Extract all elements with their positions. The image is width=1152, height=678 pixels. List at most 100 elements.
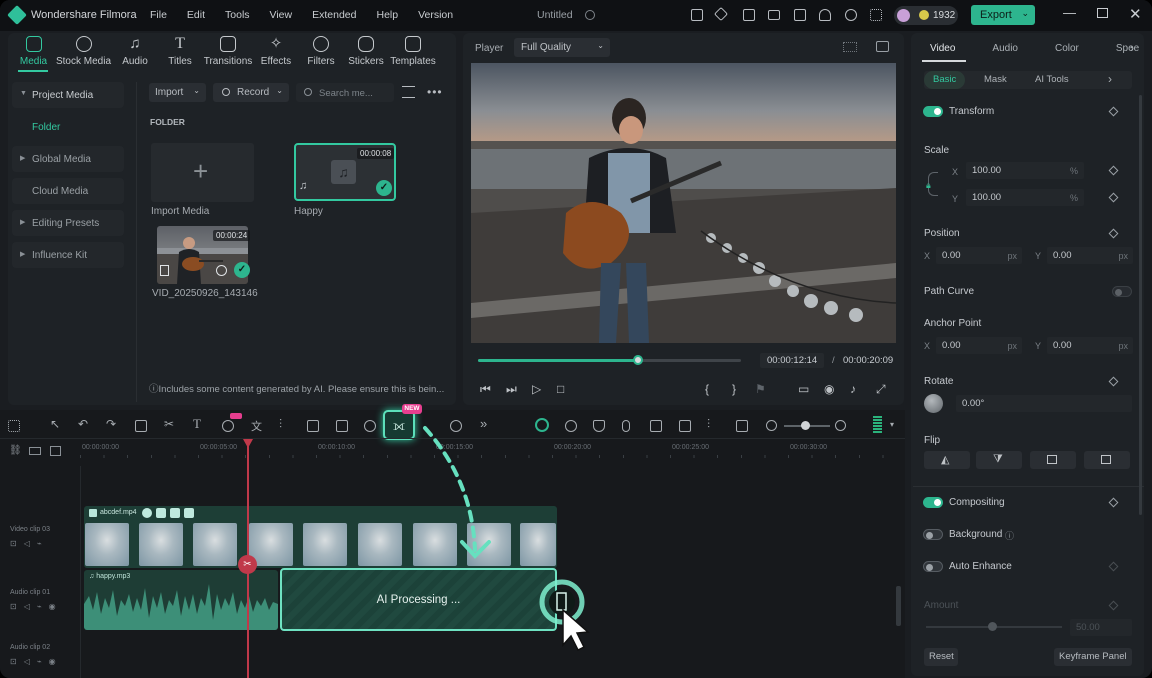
filter-icon[interactable] [402,86,415,98]
cloud-upload-icon[interactable] [819,9,831,21]
keyframe-panel-button[interactable]: Keyframe Panel [1054,648,1132,666]
track-controls[interactable]: ⊡◁⌁◉ [10,657,63,666]
headset-icon[interactable] [845,9,857,21]
undo-icon[interactable]: ↶ [78,417,90,431]
tab-speed[interactable]: Spee [1116,43,1139,54]
gift-icon[interactable] [691,9,703,21]
more-icon[interactable]: ••• [427,85,443,99]
rotate-ccw-button[interactable] [1084,451,1130,469]
subtab-basic[interactable]: Basic [924,71,966,89]
save-icon[interactable] [794,9,806,21]
auto-enhance-toggle[interactable] [923,561,943,572]
snapshot-image-icon[interactable] [876,41,889,52]
speed-icon[interactable] [336,420,348,432]
media-download-icon[interactable] [743,9,755,21]
zoom-slider-knob[interactable] [801,421,810,430]
sidebar-item-cloud-media[interactable]: Cloud Media [12,178,124,204]
position-x-field[interactable]: 0.00 px [936,247,1022,264]
step-forward-icon[interactable]: ⏭ [506,382,517,397]
subtab-mask[interactable]: Mask [984,71,1007,89]
mark-in-icon[interactable]: { [705,382,709,396]
audio-mixer-icon[interactable]: ⫶ [279,417,291,431]
tab-color[interactable]: Color [1055,43,1079,54]
chevron-down-icon[interactable]: ⌄ [1021,8,1029,19]
color-icon[interactable] [364,420,376,432]
menu-view[interactable]: View [270,9,293,21]
lock-icon[interactable]: 🔒︎ [926,180,931,191]
menu-help[interactable]: Help [376,9,398,21]
volume-icon[interactable]: ♪ [850,382,856,396]
menu-file[interactable]: File [150,9,167,21]
rotate-dial[interactable] [924,394,943,413]
close-icon[interactable]: ✕ [1129,5,1142,23]
menu-edit[interactable]: Edit [187,9,205,21]
minimize-icon[interactable]: — [1063,5,1076,20]
video-preview[interactable] [471,63,896,343]
sidebar-item-project-media[interactable]: ▼ Project Media [12,82,124,108]
export-button[interactable]: Export ⌄ [971,5,1035,25]
position-y-field[interactable]: 0.00 px [1047,247,1133,264]
scrollbar[interactable] [1139,95,1142,515]
rotate-cw-button[interactable] [1030,451,1076,469]
flip-horizontal-button[interactable]: ◭ [924,451,970,469]
layout-icon[interactable] [768,10,780,20]
grid-view-icon[interactable] [843,42,857,52]
equalizer-icon[interactable]: ⫶ [707,417,719,431]
tab-stickers[interactable]: Stickers [344,36,388,67]
text-icon[interactable]: T [193,416,205,431]
tab-audio[interactable]: Audio [992,43,1018,54]
select-arrow-icon[interactable]: ↖ [50,417,62,431]
zoom-in-icon[interactable] [835,420,846,431]
scissors-icon[interactable]: ✂ [164,417,176,431]
reset-button[interactable]: Reset [924,648,958,666]
ai-pen-icon[interactable] [222,420,234,432]
subtab-ai-tools[interactable]: AI Tools [1035,71,1069,89]
amount-field[interactable]: 50.00 [1070,619,1132,636]
chevron-down-icon[interactable]: ▾ [890,420,894,429]
sidebar-item-folder[interactable]: Folder [12,114,124,140]
stop-icon[interactable]: □ [557,382,564,396]
zoom-out-icon[interactable] [766,420,777,431]
add-track-icon[interactable] [29,447,41,455]
scale-x-field[interactable]: 100.00% [966,162,1084,179]
flip-vertical-button[interactable]: ⧩ [976,451,1022,469]
step-back-icon[interactable]: ⏮ [480,382,491,397]
tab-transitions[interactable]: Transitions [202,36,254,67]
split-audio-icon[interactable] [650,420,662,432]
link-icon[interactable]: ⛓ [9,445,22,456]
delete-icon[interactable] [135,420,147,432]
fullscreen-icon[interactable]: ⤢ [876,382,886,397]
tab-templates[interactable]: Templates [388,36,438,67]
chevron-right-icon[interactable]: › [1130,41,1134,55]
avatar[interactable] [897,9,910,22]
sidebar-item-editing-presets[interactable]: ▶ Editing Presets [12,210,124,236]
anchor-y-field[interactable]: 0.00 px [1047,337,1133,354]
translate-icon[interactable]: 文 [251,418,263,433]
replace-icon[interactable] [679,420,691,432]
chevron-right-icon[interactable]: › [1108,72,1112,86]
timeline-scrollbar[interactable] [896,586,901,626]
play-icon[interactable]: ▷ [532,382,541,396]
path-curve-toggle[interactable] [1112,286,1132,297]
compositing-toggle[interactable] [923,497,943,508]
sidebar-item-global-media[interactable]: ▶ Global Media [12,146,124,172]
microphone-icon[interactable] [622,420,630,432]
rotate-field[interactable]: 0.00° [956,395,1132,412]
tab-titles[interactable]: T Titles [158,36,202,68]
tab-stock-media[interactable]: Stock Media [55,36,112,67]
track-controls[interactable]: ⊡◁⌁◉ [10,602,63,611]
split-scissors-icon[interactable]: ✂ [238,555,257,574]
quality-select[interactable]: Full Quality ⌄ [514,38,610,57]
transform-toggle[interactable] [923,106,943,117]
redo-icon[interactable]: ↷ [106,417,118,431]
apps-grid-icon[interactable] [870,9,882,21]
maximize-icon[interactable] [1097,8,1108,18]
track-manager-icon[interactable] [50,446,61,456]
tab-video[interactable]: Video [930,43,955,54]
tab-audio[interactable]: ♫ Audio [112,36,158,68]
background-toggle[interactable] [923,529,943,540]
amount-slider-knob[interactable] [988,622,997,631]
display-icon[interactable]: ▭ [798,382,809,396]
anchor-x-field[interactable]: 0.00 px [936,337,1022,354]
tab-media[interactable]: Media [12,36,55,67]
